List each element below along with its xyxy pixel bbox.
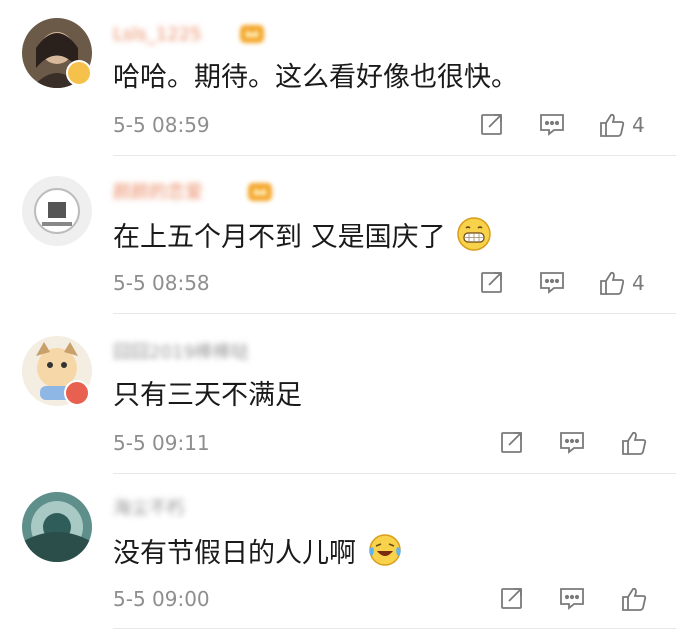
user-avatar[interactable]	[22, 492, 92, 562]
comment-text-content: 哈哈。期待。这么看好像也很快。	[113, 62, 518, 93]
comment-button[interactable]	[538, 110, 566, 140]
user-avatar[interactable]	[22, 176, 92, 246]
comment-button[interactable]	[558, 428, 586, 458]
comment-item-3: 囧囧2019棒棒哒 只有三天不满足 5-5 09:11	[0, 318, 690, 476]
repost-icon	[481, 272, 502, 293]
badge	[64, 380, 90, 406]
timestamp: 5-5 09:00	[113, 587, 210, 611]
comment-icon	[560, 588, 584, 610]
repost-button[interactable]	[498, 584, 526, 614]
comment-button[interactable]	[538, 268, 566, 298]
avatar-image	[22, 176, 92, 246]
vip-crown-icon	[248, 183, 272, 201]
comment-button[interactable]	[558, 584, 586, 614]
timestamp: 5-5 08:58	[113, 271, 210, 295]
vip-badge	[66, 60, 92, 86]
repost-button[interactable]	[498, 428, 526, 458]
comment-item-4: 海尘不朽 没有节假日的人儿啊 5-5 09:00	[0, 474, 690, 632]
divider	[113, 628, 676, 629]
comment-icon	[540, 272, 564, 294]
like-button[interactable]: 4	[598, 268, 645, 298]
repost-button[interactable]	[478, 268, 506, 298]
like-button[interactable]: 4	[598, 110, 645, 140]
username[interactable]: 海尘不朽	[113, 497, 185, 521]
username[interactable]: 颜颜的恋爱	[113, 181, 203, 205]
like-button[interactable]	[620, 584, 654, 614]
thumbs-up-icon	[622, 587, 647, 611]
avatar-image	[22, 492, 92, 562]
comment-text: 没有节假日的人儿啊	[113, 532, 403, 572]
comment-text: 哈哈。期待。这么看好像也很快。	[113, 58, 518, 98]
comment-icon	[560, 432, 584, 454]
thumbs-up-icon	[600, 113, 625, 137]
comment-item-2: 颜颜的恋爱 在上五个月不到 又是国庆了 5-5 08:58 4	[0, 158, 690, 316]
username[interactable]: Lsls_1225	[113, 23, 202, 47]
divider	[113, 155, 676, 156]
grin-emoji-icon	[457, 217, 491, 251]
repost-icon	[501, 588, 522, 609]
comment-text-content: 只有三天不满足	[113, 380, 302, 411]
like-count: 4	[632, 271, 645, 295]
repost-icon	[501, 432, 522, 453]
comment-text-content: 在上五个月不到 又是国庆了	[113, 222, 446, 253]
comment-item-1: Lsls_1225 哈哈。期待。这么看好像也很快。 5-5 08:59 4	[0, 0, 690, 158]
repost-button[interactable]	[478, 110, 506, 140]
thumbs-up-icon	[600, 271, 625, 295]
timestamp: 5-5 09:11	[113, 431, 210, 455]
divider	[113, 313, 676, 314]
like-count: 4	[632, 113, 645, 137]
repost-icon	[481, 114, 502, 135]
username[interactable]: 囧囧2019棒棒哒	[113, 341, 249, 365]
timestamp: 5-5 08:59	[113, 113, 210, 137]
like-button[interactable]	[620, 428, 654, 458]
comment-icon	[540, 114, 564, 136]
comment-text-content: 没有节假日的人儿啊	[113, 538, 356, 569]
laugh-cry-emoji-icon	[368, 534, 401, 566]
vip-crown-icon	[240, 25, 264, 43]
comment-text: 在上五个月不到 又是国庆了	[113, 216, 492, 256]
thumbs-up-icon	[622, 431, 647, 455]
comment-text: 只有三天不满足	[113, 376, 302, 416]
